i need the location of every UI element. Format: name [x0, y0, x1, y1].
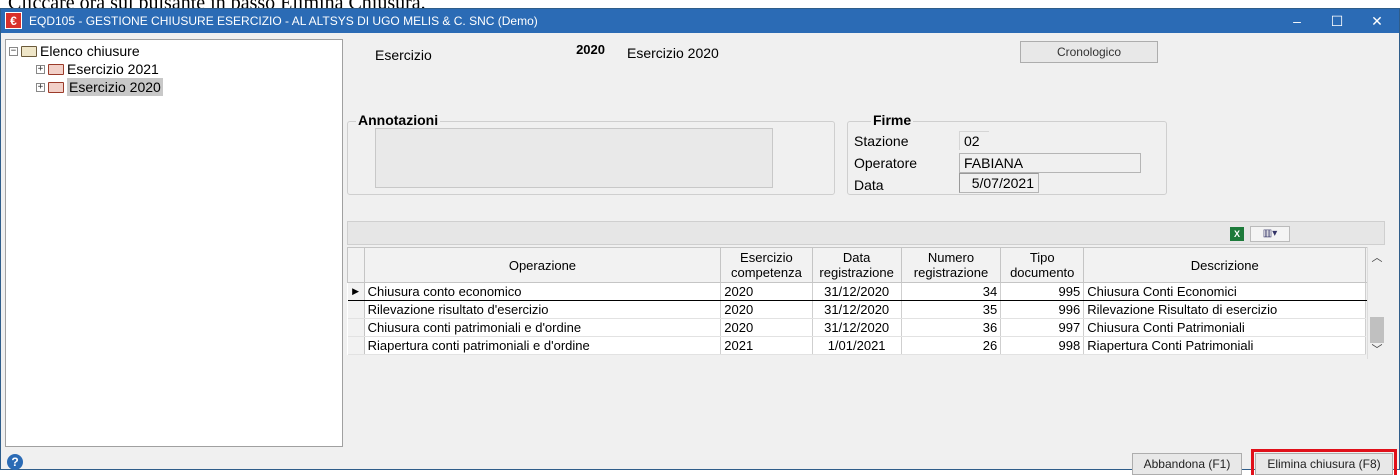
cell-numero[interactable]: 36 [901, 318, 1002, 337]
cell-tipo[interactable]: 996 [1000, 300, 1085, 319]
table-header-row: Operazione Esercizio competenza Data reg… [347, 247, 1385, 283]
cell-numero[interactable]: 35 [901, 300, 1002, 319]
cell-tipo[interactable]: 997 [1000, 318, 1085, 337]
row-indicator [347, 300, 365, 319]
column-header[interactable]: Data registrazione [811, 247, 902, 283]
cell-descrizione[interactable]: Rilevazione Risultato di esercizio [1083, 300, 1367, 319]
column-header[interactable]: Esercizio competenza [720, 247, 813, 283]
folder-icon [21, 45, 37, 57]
stazione-field: 02 [959, 131, 989, 150]
column-chooser-icon[interactable]: ▥▾ [1250, 226, 1290, 242]
esercizio-field[interactable]: 2020 [561, 41, 611, 59]
cell-data[interactable]: 1/01/2021 [812, 336, 902, 355]
cell-tipo[interactable]: 995 [1000, 282, 1085, 301]
current-row-icon: ▶ [347, 282, 365, 301]
cell-operazione[interactable]: Chiusura conto economico [364, 282, 722, 301]
tree-item-label[interactable]: Esercizio 2021 [67, 60, 159, 78]
row-indicator [347, 318, 365, 337]
window-title: EQD105 - GESTIONE CHIUSURE ESERCIZIO - A… [29, 14, 538, 28]
app-logo-icon: € [5, 12, 22, 29]
table-row[interactable]: ▶ Chiusura conto economico 2020 31/12/20… [347, 282, 1385, 301]
annotazioni-title: Annotazioni [356, 112, 441, 128]
cell-data[interactable]: 31/12/2020 [812, 282, 902, 301]
operations-grid: X ▥▾ Operazione Esercizio competenza Dat… [347, 221, 1385, 371]
elimina-chiusura-button[interactable]: Elimina chiusura (F8) [1251, 449, 1397, 475]
table-row[interactable]: Rilevazione risultato d'esercizio 2020 3… [347, 300, 1385, 319]
folder-icon [48, 81, 64, 93]
maximize-button[interactable]: ☐ [1317, 9, 1357, 33]
row-indicator-header [347, 247, 365, 283]
column-header[interactable]: Descrizione [1083, 247, 1367, 283]
help-icon[interactable]: ? [7, 454, 23, 470]
column-header[interactable]: Operazione [363, 247, 722, 283]
cell-esercizio[interactable]: 2020 [720, 300, 813, 319]
closures-tree: − Elenco chiusure + Esercizio 2021 + Ese… [5, 39, 343, 447]
minimize-button[interactable]: – [1277, 9, 1317, 33]
cell-operazione[interactable]: Riapertura conti patrimoniali e d'ordine [364, 336, 722, 355]
column-header[interactable]: Tipo documento [1000, 247, 1085, 283]
stazione-label: Stazione [854, 133, 909, 149]
expand-icon[interactable]: + [36, 82, 45, 92]
cell-data[interactable]: 31/12/2020 [812, 300, 902, 319]
cell-data[interactable]: 31/12/2020 [812, 318, 902, 337]
operations-table: Operazione Esercizio competenza Data reg… [347, 247, 1385, 355]
operatore-field: FABIANA [959, 153, 1141, 173]
cell-descrizione[interactable]: Riapertura Conti Patrimoniali [1083, 336, 1367, 355]
cell-operazione[interactable]: Chiusura conti patrimoniali e d'ordine [364, 318, 722, 337]
cell-operazione[interactable]: Rilevazione risultato d'esercizio [364, 300, 722, 319]
close-button[interactable]: ✕ [1357, 9, 1397, 33]
cell-numero[interactable]: 34 [901, 282, 1002, 301]
tree-item-2020[interactable]: + Esercizio 2020 [36, 78, 163, 96]
cell-tipo[interactable]: 998 [1000, 336, 1085, 355]
scroll-down-icon[interactable]: ﹀ [1368, 341, 1386, 357]
collapse-icon[interactable]: − [9, 46, 18, 56]
cell-esercizio[interactable]: 2020 [720, 282, 813, 301]
esercizio-label: Esercizio [375, 47, 432, 63]
tree-root-label[interactable]: Elenco chiusure [40, 42, 140, 60]
cell-descrizione[interactable]: Chiusura Conti Economici [1083, 282, 1367, 301]
cell-esercizio[interactable]: 2020 [720, 318, 813, 337]
scroll-thumb[interactable] [1370, 317, 1384, 343]
firme-title: Firme [871, 112, 914, 128]
folder-icon [48, 63, 64, 75]
annotazioni-textarea[interactable] [375, 128, 773, 188]
grid-scrollbar[interactable]: ︿ ﹀ [1367, 247, 1385, 359]
row-indicator [347, 336, 365, 355]
table-row[interactable]: Riapertura conti patrimoniali e d'ordine… [347, 336, 1385, 355]
esercizio-description: Esercizio 2020 [627, 45, 719, 61]
cell-numero[interactable]: 26 [901, 336, 1002, 355]
scroll-up-icon[interactable]: ︿ [1368, 249, 1386, 265]
app-window: € EQD105 - GESTIONE CHIUSURE ESERCIZIO -… [0, 8, 1400, 475]
grid-toolbar: X ▥▾ [347, 221, 1385, 245]
cronologico-button[interactable]: Cronologico [1020, 41, 1158, 63]
data-field: 5/07/2021 [959, 173, 1039, 193]
operatore-label: Operatore [854, 155, 918, 171]
expand-icon[interactable]: + [36, 64, 45, 74]
excel-export-icon[interactable]: X [1230, 227, 1244, 241]
tree-item-label[interactable]: Esercizio 2020 [67, 78, 163, 96]
tree-item-2021[interactable]: + Esercizio 2021 [36, 60, 159, 78]
abbandona-button[interactable]: Abbandona (F1) [1132, 453, 1242, 475]
tree-root[interactable]: − Elenco chiusure [9, 42, 140, 60]
column-header[interactable]: Numero registrazione [900, 247, 1002, 283]
cell-descrizione[interactable]: Chiusura Conti Patrimoniali [1083, 318, 1367, 337]
cell-esercizio[interactable]: 2021 [720, 336, 813, 355]
data-label: Data [854, 177, 884, 193]
title-bar: € EQD105 - GESTIONE CHIUSURE ESERCIZIO -… [1, 9, 1399, 33]
table-row[interactable]: Chiusura conti patrimoniali e d'ordine 2… [347, 318, 1385, 337]
